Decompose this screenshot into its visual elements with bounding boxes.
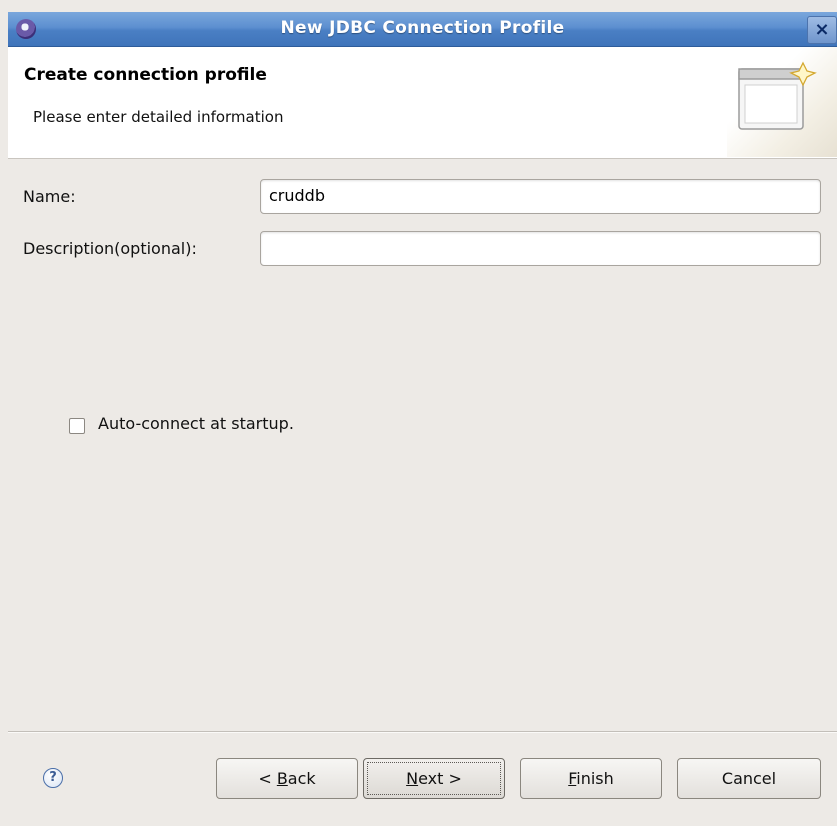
finish-button[interactable]: Finish: [520, 758, 662, 799]
back-button-prefix: <: [258, 769, 277, 788]
next-button[interactable]: Next >: [363, 758, 505, 799]
footer-separator: [8, 731, 837, 733]
window-title: New JDBC Connection Profile: [280, 18, 565, 38]
help-icon[interactable]: ?: [43, 768, 63, 788]
name-label: Name:: [23, 187, 76, 206]
title-bar[interactable]: New JDBC Connection Profile ×: [8, 12, 837, 47]
back-button-rest: ack: [287, 769, 316, 788]
auto-connect-checkbox[interactable]: [69, 418, 85, 434]
name-field[interactable]: cruddb: [260, 179, 821, 214]
finish-button-rest: inish: [576, 769, 614, 788]
cancel-button[interactable]: Cancel: [677, 758, 821, 799]
description-label: Description(optional):: [23, 239, 197, 258]
dialog-window: New JDBC Connection Profile × Create con…: [0, 0, 837, 826]
banner-description: Please enter detailed information: [33, 108, 284, 126]
description-field[interactable]: [260, 231, 821, 266]
wizard-banner-icon: [727, 47, 837, 157]
back-button-mnemonic: B: [276, 769, 288, 788]
next-button-mnemonic: N: [406, 769, 419, 788]
banner-title: Create connection profile: [24, 65, 267, 85]
auto-connect-label: Auto-connect at startup.: [98, 414, 294, 433]
back-button[interactable]: < Back: [216, 758, 358, 799]
wizard-banner: Create connection profile Please enter d…: [8, 47, 837, 159]
next-button-rest: ext >: [418, 769, 462, 788]
close-button[interactable]: ×: [807, 16, 837, 44]
